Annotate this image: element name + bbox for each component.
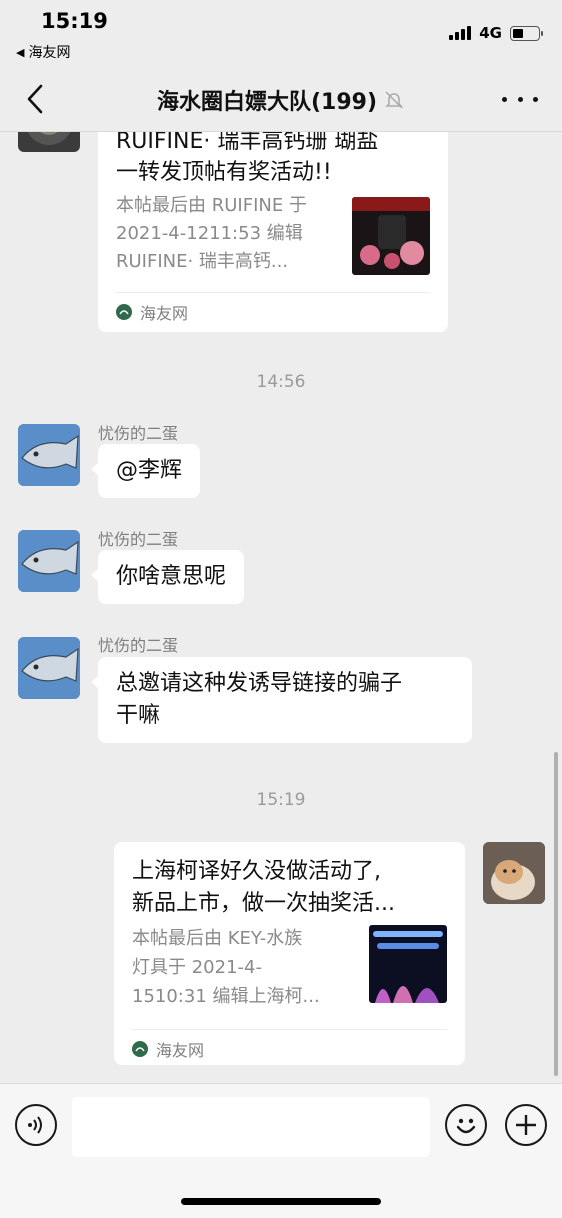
link-card[interactable]: 上海柯译好久没做活动了, 新品上市，做一次抽奖活... 本帖最后由 KEY-水族…	[114, 842, 465, 1065]
timestamp: 15:19	[256, 790, 306, 810]
message-bubble[interactable]: 你啥意思呢	[90, 550, 245, 604]
voice-button[interactable]	[15, 1104, 57, 1146]
back-app-label: 海友网	[28, 45, 71, 61]
sender-name: 忧伤的二蛋	[98, 424, 179, 443]
network-label: 4G	[479, 24, 502, 42]
voice-icon	[28, 1116, 42, 1134]
card-thumbnail	[369, 925, 447, 1003]
card-desc-line-3: RUIFINE· 瑞丰高钙...	[116, 251, 289, 272]
plus-icon	[516, 1115, 536, 1135]
chat-header: 海水圈白嫖大队(199)	[0, 66, 562, 132]
card-desc-line-3: 1510:31 编辑上海柯...	[132, 986, 320, 1007]
source-logo-icon	[116, 304, 132, 320]
card-title-line-1: RUIFINE· 瑞丰高钙珊 瑚盐	[116, 132, 379, 154]
message-list[interactable]: RUIFINE· 瑞丰高钙珊 瑚盐 一转发顶帖有奖活动!! 本帖最后由 RUIF…	[0, 132, 562, 1083]
timestamp: 14:56	[256, 372, 306, 392]
status-bar: 15:19 ◀ 海友网 4G	[0, 0, 562, 66]
card-source: 海友网	[116, 300, 188, 324]
back-triangle-icon: ◀	[16, 45, 25, 59]
sender-name: 忧伤的二蛋	[98, 636, 179, 655]
card-desc-line-1: 本帖最后由 RUIFINE 于	[116, 195, 307, 216]
message-bubble[interactable]: @李辉	[90, 444, 201, 498]
card-source-label: 海友网	[156, 1041, 205, 1060]
chat-title: 海水圈白嫖大队(199)	[0, 84, 562, 116]
message-text-line-2: 干嘛	[116, 703, 161, 728]
card-divider	[116, 292, 430, 293]
card-source: 海友网	[132, 1037, 204, 1061]
message-input[interactable]	[72, 1097, 430, 1157]
signal-icon	[449, 26, 472, 40]
link-card[interactable]: RUIFINE· 瑞丰高钙珊 瑚盐 一转发顶帖有奖活动!! 本帖最后由 RUIF…	[98, 132, 448, 332]
message-bubble[interactable]: 总邀请这种发诱导链接的骗子 干嘛	[91, 657, 472, 743]
card-desc-line-2: 灯具于 2021-4-	[132, 957, 262, 978]
emoji-button[interactable]	[445, 1104, 487, 1146]
card-title-line-1: 上海柯译好久没做活动了,	[132, 859, 381, 884]
battery-icon	[510, 25, 543, 41]
card-title-line-2: 新品上市，做一次抽奖活...	[132, 891, 395, 916]
card-source-label: 海友网	[140, 304, 189, 323]
message-text: 你啥意思呢	[116, 564, 227, 589]
sender-avatar[interactable]	[18, 530, 80, 592]
sender-name: 忧伤的二蛋	[98, 530, 179, 549]
status-time: 15:19	[41, 9, 108, 33]
chat-title-text: 海水圈白嫖大队(199)	[156, 90, 378, 115]
message-text-line-1: 总邀请这种发诱导链接的骗子	[116, 671, 403, 696]
more-options-button[interactable]	[502, 86, 538, 112]
source-logo-icon	[132, 1041, 148, 1057]
status-indicators: 4G	[449, 24, 543, 42]
more-functions-button[interactable]	[505, 1104, 547, 1146]
card-divider	[132, 1029, 447, 1030]
card-desc-line-2: 2021-4-1211:53 编辑	[116, 223, 303, 244]
card-title-line-2: 一转发顶帖有奖活动!!	[116, 160, 332, 185]
card-thumbnail	[352, 197, 430, 275]
back-to-app-link[interactable]: ◀ 海友网	[16, 42, 70, 62]
sender-avatar[interactable]	[18, 637, 80, 699]
emoji-icon	[456, 1118, 476, 1134]
sender-avatar[interactable]	[18, 132, 80, 152]
card-desc-line-1: 本帖最后由 KEY-水族	[132, 928, 303, 949]
mute-bell-icon	[385, 91, 403, 109]
home-indicator[interactable]	[181, 1198, 381, 1205]
sender-avatar[interactable]	[18, 424, 80, 486]
message-text: @李辉	[116, 458, 183, 483]
scrollbar[interactable]	[554, 752, 558, 1076]
my-avatar[interactable]	[483, 842, 545, 904]
